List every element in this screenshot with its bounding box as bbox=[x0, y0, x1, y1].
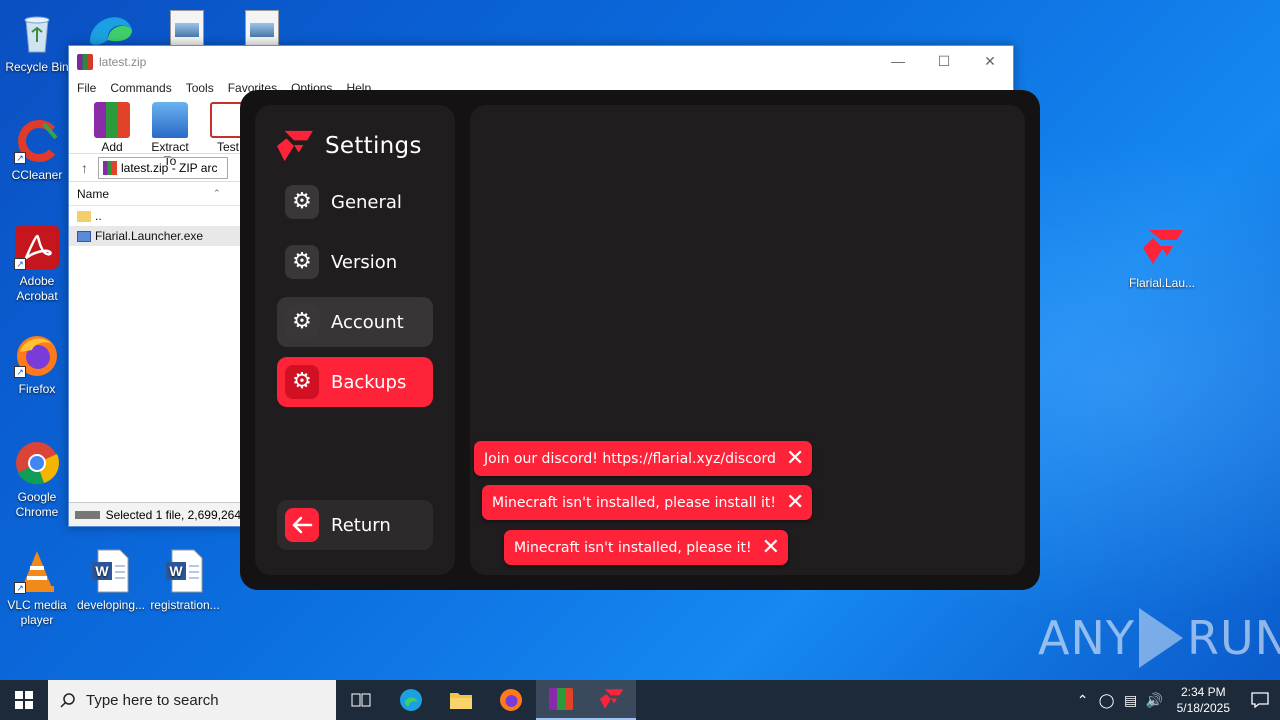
desktop-icon-flarial-launcher[interactable]: Flarial.Lau... bbox=[1124, 226, 1200, 291]
edge-icon bbox=[400, 689, 422, 711]
chevron-up-icon[interactable]: ⌃ bbox=[1071, 692, 1095, 709]
shortcut-arrow-icon: ↗ bbox=[14, 582, 26, 594]
settings-sidebar: Settings ⚙ General ⚙ Version ⚙ Account ⚙… bbox=[255, 105, 455, 575]
desktop-icon-firefox[interactable]: ↗ Firefox bbox=[0, 332, 74, 397]
desktop-icon-ccleaner[interactable]: ↗ CCleaner bbox=[0, 118, 74, 183]
maximize-button[interactable]: ☐ bbox=[921, 46, 967, 76]
taskbar: Type here to search ⌃ ◯ ▤ 🔊 2:34 PM 5/18… bbox=[0, 680, 1280, 720]
settings-title: Settings bbox=[325, 133, 422, 159]
network-icon[interactable]: ▤ bbox=[1119, 692, 1143, 709]
volume-icon[interactable]: 🔊 bbox=[1143, 692, 1167, 709]
gear-icon: ⚙ bbox=[285, 365, 319, 399]
settings-header: Settings bbox=[275, 129, 422, 163]
menu-file[interactable]: File bbox=[77, 81, 96, 95]
return-button[interactable]: Return bbox=[277, 500, 433, 550]
close-button[interactable]: ✕ bbox=[967, 46, 1013, 76]
desktop-icon-word-doc-registration[interactable]: W registration... bbox=[148, 548, 222, 613]
image-file-desktop-icon[interactable] bbox=[245, 10, 279, 46]
arrow-left-icon bbox=[285, 508, 319, 542]
close-icon[interactable]: ✕ bbox=[786, 491, 812, 514]
nav-item-backups[interactable]: ⚙ Backups bbox=[277, 357, 433, 407]
edge-desktop-icon[interactable] bbox=[86, 6, 136, 46]
desktop-icon-adobe-acrobat[interactable]: ↗ Adobe Acrobat bbox=[0, 224, 74, 304]
gear-icon: ⚙ bbox=[285, 245, 319, 279]
anyrun-watermark: ANY RUN bbox=[1038, 608, 1280, 668]
play-triangle-icon bbox=[1138, 608, 1183, 668]
svg-text:W: W bbox=[95, 563, 109, 579]
menu-tools[interactable]: Tools bbox=[186, 81, 214, 95]
desktop-icon-recycle-bin[interactable]: Recycle Bin bbox=[0, 10, 74, 75]
exe-file-icon bbox=[77, 230, 91, 242]
winrar-statusbar: Selected 1 file, 2,699,264 bbox=[69, 502, 241, 526]
toast-discord[interactable]: Join our discord! https://flarial.xyz/di… bbox=[474, 441, 813, 476]
acrobat-icon: ↗ bbox=[14, 224, 60, 270]
system-tray: ⌃ ◯ ▤ 🔊 2:34 PM 5/18/2025 bbox=[1071, 680, 1280, 720]
flarial-logo-icon bbox=[1139, 226, 1185, 272]
path-field[interactable]: latest.zip - ZIP arc bbox=[98, 156, 228, 179]
flarial-logo-icon bbox=[277, 130, 313, 162]
close-icon[interactable]: ✕ bbox=[762, 536, 788, 559]
ccleaner-icon: ↗ bbox=[14, 118, 60, 164]
desktop-icon-word-doc-developing[interactable]: W developing... bbox=[74, 548, 148, 613]
desktop-icon-vlc[interactable]: ↗ VLC media player bbox=[0, 548, 74, 628]
folder-extract-icon bbox=[152, 102, 188, 138]
close-icon[interactable]: ✕ bbox=[786, 447, 812, 470]
nav-item-account[interactable]: ⚙ Account bbox=[277, 297, 433, 347]
winrar-titlebar[interactable]: latest.zip bbox=[69, 46, 1013, 78]
desktop-icon-google-chrome[interactable]: Google Chrome bbox=[0, 440, 74, 520]
word-document-icon: W bbox=[162, 548, 208, 594]
windows-logo-icon bbox=[15, 691, 33, 709]
flarial-launcher-window[interactable]: Settings ⚙ General ⚙ Version ⚙ Account ⚙… bbox=[240, 90, 1040, 590]
archive-icon bbox=[103, 160, 117, 175]
gear-icon: ⚙ bbox=[285, 185, 319, 219]
taskbar-winrar[interactable] bbox=[536, 680, 586, 720]
vlc-icon: ↗ bbox=[14, 548, 60, 594]
taskbar-edge[interactable] bbox=[386, 680, 436, 720]
taskbar-search-box[interactable]: Type here to search bbox=[48, 680, 336, 720]
extract-to-button[interactable]: Extract To bbox=[145, 102, 195, 168]
up-arrow-icon[interactable]: ↑ bbox=[81, 160, 88, 176]
firefox-icon bbox=[500, 689, 522, 711]
taskbar-clock[interactable]: 2:34 PM 5/18/2025 bbox=[1167, 684, 1240, 716]
recycle-bin-icon bbox=[14, 10, 60, 56]
task-view-icon bbox=[351, 693, 371, 707]
toast-minecraft-not-installed-2[interactable]: Minecraft isn't installed, please it! ✕ bbox=[504, 530, 789, 565]
folder-icon bbox=[77, 210, 91, 222]
shortcut-arrow-icon: ↗ bbox=[14, 366, 26, 378]
winrar-icon bbox=[549, 688, 573, 710]
search-icon bbox=[60, 693, 75, 708]
image-file-desktop-icon[interactable] bbox=[170, 10, 204, 46]
notification-center-button[interactable] bbox=[1240, 692, 1280, 708]
task-view-button[interactable] bbox=[336, 680, 386, 720]
word-document-icon: W bbox=[88, 548, 134, 594]
svg-text:W: W bbox=[169, 563, 183, 579]
winrar-app-icon bbox=[77, 54, 93, 70]
window-controls: — ☐ ✕ bbox=[875, 46, 1013, 76]
toast-minecraft-not-installed[interactable]: Minecraft isn't installed, please instal… bbox=[482, 485, 813, 520]
add-archive-icon bbox=[94, 102, 130, 138]
meet-now-icon[interactable]: ◯ bbox=[1095, 692, 1119, 709]
window-title: latest.zip bbox=[99, 55, 147, 69]
nav-item-general[interactable]: ⚙ General bbox=[277, 177, 433, 227]
flarial-logo-icon bbox=[600, 689, 624, 709]
taskbar-flarial[interactable] bbox=[586, 680, 636, 720]
start-button[interactable] bbox=[0, 680, 48, 720]
gear-icon: ⚙ bbox=[285, 305, 319, 339]
drive-icon bbox=[75, 510, 100, 519]
shortcut-arrow-icon: ↗ bbox=[14, 152, 26, 164]
chrome-icon bbox=[14, 440, 60, 486]
sort-caret-icon: ⌃ bbox=[213, 188, 221, 198]
taskbar-file-explorer[interactable] bbox=[436, 680, 486, 720]
nav-item-version[interactable]: ⚙ Version bbox=[277, 237, 433, 287]
folder-icon bbox=[450, 693, 472, 709]
notification-icon bbox=[1251, 692, 1269, 708]
taskbar-firefox[interactable] bbox=[486, 680, 536, 720]
add-button[interactable]: Add bbox=[87, 102, 137, 154]
shortcut-arrow-icon: ↗ bbox=[14, 258, 26, 270]
firefox-icon: ↗ bbox=[14, 332, 60, 378]
minimize-button[interactable]: — bbox=[875, 46, 921, 76]
menu-commands[interactable]: Commands bbox=[110, 81, 171, 95]
